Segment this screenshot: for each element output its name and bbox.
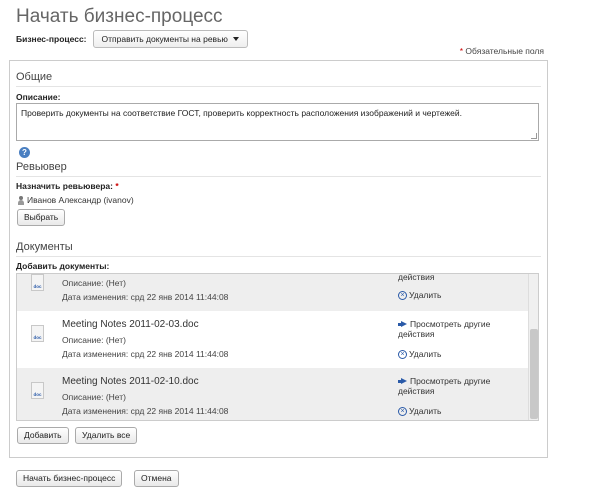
- list-item: doc Описание: (Нет) Дата изменения: срд …: [17, 273, 528, 311]
- doc-file-ext: doc: [33, 335, 42, 340]
- section-title-documents: Документы: [16, 241, 73, 253]
- help-icon[interactable]: ?: [19, 147, 30, 158]
- close-icon: ×: [398, 290, 407, 300]
- arrow-right-icon: [398, 321, 407, 327]
- required-fields-note: * Обязательные поля: [460, 46, 544, 56]
- delete-link[interactable]: × Удалить: [398, 349, 441, 359]
- doc-name-link[interactable]: Meeting Notes 2011-02-10.doc: [62, 376, 199, 387]
- resize-grip-icon[interactable]: [531, 133, 537, 139]
- scrollbar[interactable]: [528, 274, 538, 420]
- doc-name-link[interactable]: Meeting Notes 2011-02-03.doc: [62, 319, 199, 330]
- assign-reviewer-label: Назначить ревьювера: *: [16, 181, 119, 191]
- add-documents-label: Добавить документы:: [16, 261, 110, 271]
- doc-description: Описание: (Нет): [62, 278, 126, 288]
- business-process-row: Бизнес-процесс: Отправить документы на р…: [16, 30, 248, 48]
- view-actions-text: Просмотреть другие: [410, 319, 491, 329]
- remove-all-button[interactable]: Удалить все: [75, 427, 138, 444]
- required-star: *: [459, 46, 464, 56]
- assign-reviewer-text: Назначить ревьювера:: [16, 181, 113, 191]
- doc-file-icon: doc: [31, 274, 44, 291]
- doc-file-ext: doc: [33, 284, 42, 289]
- divider: [16, 256, 541, 257]
- scrollbar-thumb[interactable]: [530, 329, 538, 419]
- view-actions-text: Просмотреть другие: [410, 376, 491, 386]
- doc-modified: Дата изменения: срд 22 янв 2014 11:44:08: [62, 292, 229, 302]
- delete-text: Удалить: [409, 349, 442, 359]
- required-star: *: [115, 181, 119, 191]
- view-actions-line: Просмотреть другие: [398, 319, 490, 329]
- doc-file-ext: doc: [33, 392, 42, 397]
- business-process-selected: Отправить документы на ревью: [101, 34, 228, 44]
- arrow-right-icon: [398, 378, 407, 384]
- doc-modified: Дата изменения: срд 22 янв 2014 11:44:08: [62, 349, 229, 359]
- view-actions-line: Просмотреть другие: [398, 376, 490, 386]
- business-process-select[interactable]: Отправить документы на ревью: [92, 30, 248, 48]
- start-process-button[interactable]: Начать бизнес-процесс: [16, 470, 123, 487]
- page-title: Начать бизнес-процесс: [16, 6, 223, 27]
- close-icon: ×: [398, 349, 407, 359]
- doc-modified: Дата изменения: срд 22 янв 2014 11:44:08: [62, 406, 229, 416]
- delete-link[interactable]: × Удалить: [398, 406, 441, 416]
- view-actions-link[interactable]: Просмотреть другие действия: [398, 376, 490, 396]
- doc-file-icon: doc: [31, 325, 44, 342]
- required-fields-text: Обязательные поля: [465, 46, 544, 56]
- doc-description: Описание: (Нет): [62, 392, 126, 402]
- select-reviewer-button[interactable]: Выбрать: [17, 209, 66, 226]
- view-actions-text: действия: [398, 386, 435, 396]
- document-list[interactable]: doc Описание: (Нет) Дата изменения: срд …: [16, 273, 539, 421]
- divider: [16, 176, 541, 177]
- description-value: Проверить документы на соответствие ГОСТ…: [21, 108, 462, 118]
- view-actions-link[interactable]: действия: [398, 273, 435, 282]
- delete-text: Удалить: [409, 406, 442, 416]
- description-textarea[interactable]: Проверить документы на соответствие ГОСТ…: [16, 103, 539, 141]
- description-label: Описание:: [16, 92, 61, 102]
- chevron-down-icon: [232, 37, 239, 41]
- user-icon: [18, 195, 24, 205]
- doc-file-icon: doc: [31, 382, 44, 399]
- view-actions-text: действия: [398, 329, 435, 339]
- delete-link[interactable]: × Удалить: [398, 290, 441, 300]
- business-process-label: Бизнес-процесс:: [16, 34, 87, 44]
- doc-description: Описание: (Нет): [62, 335, 126, 345]
- delete-text: Удалить: [409, 290, 442, 300]
- reviewer-assignee: Иванов Александр (ivanov): [18, 195, 134, 205]
- view-actions-link[interactable]: Просмотреть другие действия: [398, 319, 490, 339]
- form-panel: Общие Описание: Проверить документы на с…: [9, 60, 548, 458]
- add-document-button[interactable]: Добавить: [17, 427, 69, 444]
- close-icon: ×: [398, 406, 407, 416]
- view-actions-text: действия: [398, 273, 435, 282]
- cancel-button[interactable]: Отмена: [134, 470, 179, 487]
- section-title-reviewer: Ревьювер: [16, 161, 67, 173]
- list-item: doc Meeting Notes 2011-02-10.doc Описани…: [17, 368, 528, 420]
- reviewer-name: Иванов Александр (ivanov): [27, 195, 134, 205]
- section-title-general: Общие: [16, 71, 53, 83]
- list-item: doc Meeting Notes 2011-02-03.doc Описани…: [17, 311, 528, 368]
- divider: [16, 86, 541, 87]
